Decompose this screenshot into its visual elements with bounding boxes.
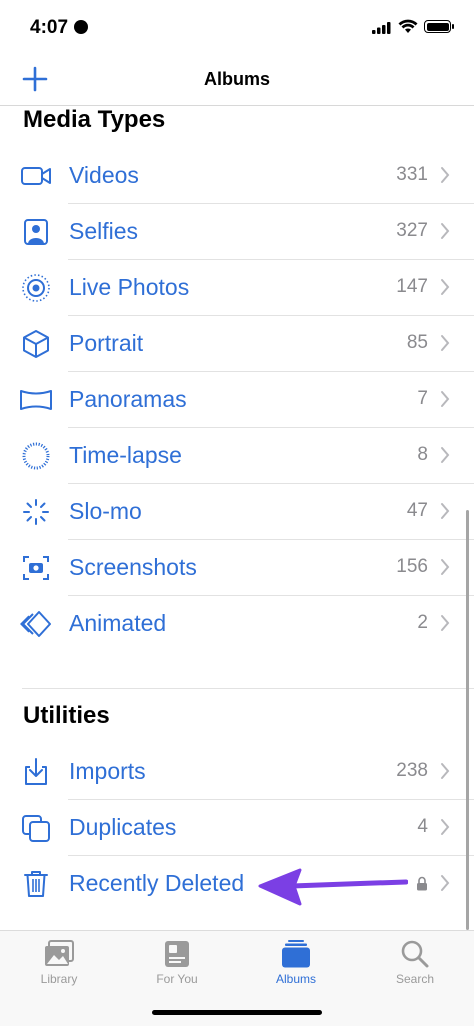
for-you-icon: [165, 941, 189, 967]
trash-icon: [24, 871, 48, 897]
chevron-right-icon: [441, 335, 450, 351]
tab-search[interactable]: Search: [356, 931, 474, 1001]
chevron-right-icon: [441, 819, 450, 835]
chevron-right-icon: [441, 615, 450, 631]
home-indicator: [152, 1010, 322, 1015]
album-label: Selfies: [69, 218, 139, 244]
duplicate-icon: [22, 815, 50, 842]
tab-library[interactable]: Library: [0, 931, 118, 1001]
battery-icon: [424, 20, 454, 33]
section-divider: [22, 688, 474, 689]
album-count: 7: [417, 388, 428, 409]
photo-library-icon: [45, 940, 74, 966]
timelapse-icon: [22, 442, 50, 470]
scrollbar[interactable]: [466, 510, 469, 930]
tab-label: Search: [395, 972, 435, 986]
album-row-imports[interactable]: Imports 238: [0, 744, 474, 800]
media-types-header: Media Types: [23, 106, 166, 133]
wifi-icon: [398, 19, 418, 33]
cellular-signal-icon: [372, 22, 391, 34]
album-count: 47: [406, 500, 428, 521]
location-icon: [74, 20, 88, 34]
album-row-selfies[interactable]: Selfies 327: [0, 204, 474, 260]
album-count: 2: [417, 612, 428, 633]
album-label: Screenshots: [69, 554, 197, 580]
album-row-animated[interactable]: Animated 2: [0, 596, 474, 652]
import-icon: [25, 758, 47, 785]
album-label: Live Photos: [69, 274, 190, 300]
status-time: 4:07: [30, 17, 69, 38]
utilities-header: Utilities: [23, 702, 110, 729]
album-label: Slo-mo: [69, 498, 142, 524]
chevron-right-icon: [441, 167, 450, 183]
tab-label: For You: [156, 972, 198, 986]
chevron-right-icon: [441, 279, 450, 295]
album-row-duplicates[interactable]: Duplicates 4: [0, 800, 474, 856]
live-photo-icon: [22, 274, 50, 302]
tab-for-you[interactable]: For You: [118, 931, 236, 1001]
album-label: Duplicates: [69, 814, 177, 840]
album-label: Portrait: [69, 330, 144, 356]
lock-icon: [417, 876, 427, 891]
tab-label: Library: [40, 972, 78, 986]
album-count: 8: [417, 444, 428, 465]
panorama-icon: [20, 390, 52, 410]
chevron-right-icon: [441, 391, 450, 407]
album-row-time-lapse[interactable]: Time-lapse 8: [0, 428, 474, 484]
album-label: Animated: [69, 610, 167, 636]
album-row-videos[interactable]: Videos 331: [0, 148, 474, 204]
album-count: 4: [417, 816, 428, 837]
albums-icon: [282, 940, 310, 968]
chevron-right-icon: [441, 447, 450, 463]
tab-label: Albums: [275, 972, 316, 986]
album-label: Panoramas: [69, 386, 187, 412]
chevron-right-icon: [441, 503, 450, 519]
video-icon: [21, 167, 51, 185]
chevron-right-icon: [441, 763, 450, 779]
selfie-icon: [24, 219, 48, 245]
album-row-screenshots[interactable]: Screenshots 156: [0, 540, 474, 596]
cube-icon: [23, 330, 49, 358]
chevron-right-icon: [441, 559, 450, 575]
album-row-portrait[interactable]: Portrait 85: [0, 316, 474, 372]
animated-icon: [20, 611, 51, 637]
tab-albums[interactable]: Albums: [237, 931, 355, 1001]
screenshot-icon: [23, 556, 49, 580]
navigation-bar: Albums: [0, 56, 474, 106]
album-row-panoramas[interactable]: Panoramas 7: [0, 372, 474, 428]
album-count: 85: [406, 332, 428, 353]
album-label: Videos: [69, 162, 139, 188]
slomo-icon: [23, 499, 49, 525]
album-count: 238: [396, 760, 428, 781]
album-label: Recently Deleted: [69, 870, 245, 896]
annotation-arrow: [258, 868, 408, 906]
search-icon: [401, 940, 429, 968]
album-count: 147: [396, 276, 428, 297]
album-label: Time-lapse: [69, 442, 182, 468]
page-title: Albums: [203, 69, 270, 89]
album-label: Imports: [69, 758, 146, 784]
chevron-right-icon: [441, 223, 450, 239]
chevron-right-icon: [441, 875, 450, 891]
album-row-slo-mo[interactable]: Slo-mo 47: [0, 484, 474, 540]
album-count: 331: [396, 164, 428, 185]
album-row-live-photos[interactable]: Live Photos 147: [0, 260, 474, 316]
album-count: 327: [396, 220, 428, 241]
status-bar: 4:07: [0, 0, 474, 56]
album-count: 156: [396, 556, 428, 577]
